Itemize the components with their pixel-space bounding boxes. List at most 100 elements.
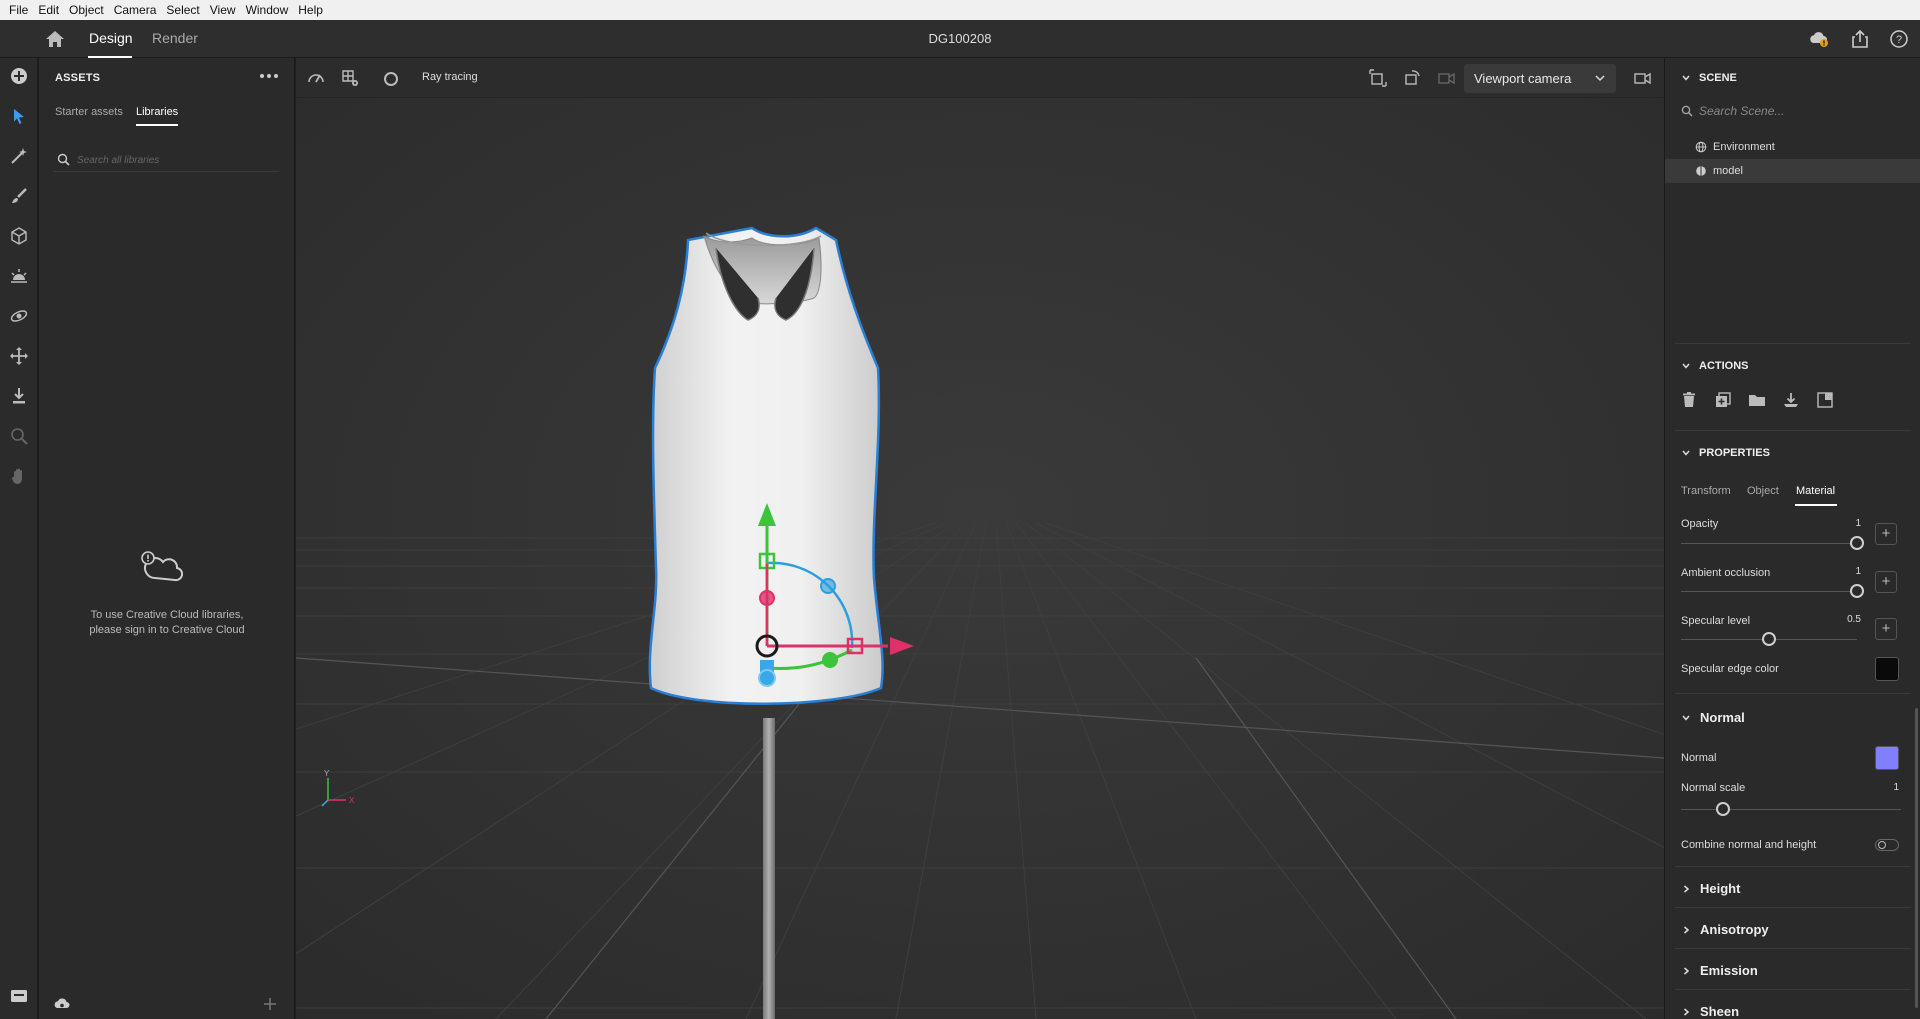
document-title: DG100208 [928,31,992,46]
specular-level-slider-thumb[interactable] [1762,632,1776,646]
magic-select-tool[interactable] [7,144,31,168]
properties-scrollbar[interactable] [1915,708,1918,1008]
normal-scale-slider-thumb[interactable] [1716,802,1730,816]
camera-rotate-icon[interactable] [1402,68,1422,88]
trash-icon[interactable] [1679,390,1699,410]
menu-file[interactable]: File [4,0,33,20]
drop-down-icon [13,388,25,404]
menu-edit[interactable]: Edit [33,0,64,20]
pan-tool[interactable] [7,464,31,488]
3d-scene[interactable]: Y X [296,98,1664,1019]
menu-object[interactable]: Object [64,0,109,20]
normal-group-header[interactable]: Normal [1681,710,1745,725]
menu-help[interactable]: Help [293,0,328,20]
paint-tool[interactable] [7,184,31,208]
frame-selection-icon[interactable] [1368,68,1388,88]
cube-icon [11,227,27,245]
camera-settings-icon[interactable] [1632,68,1652,88]
drop-to-ground-tool[interactable] [7,384,31,408]
search-icon [57,153,70,166]
tab-starter-assets[interactable]: Starter assets [55,106,123,118]
scene-section-header[interactable]: SCENE [1681,72,1737,84]
drop-to-ground-icon[interactable] [1781,390,1801,410]
specular-edge-color-swatch[interactable] [1875,657,1899,681]
orbit-tool[interactable] [7,304,31,328]
sheen-group-header[interactable]: Sheen [1681,1004,1739,1019]
assets-panel: ASSETS Starter assets Libraries To use C… [39,58,295,1019]
gizmo-z-axis-handle[interactable] [758,669,776,687]
properties-section-header[interactable]: PROPERTIES [1681,447,1770,459]
section-divider [1675,989,1911,990]
viewport[interactable]: Ray tracing Viewport camera Y X [296,58,1664,1019]
tab-material[interactable]: Material [1796,485,1835,497]
opacity-value[interactable]: 1 [1831,518,1861,529]
ambient-occlusion-slider-thumb[interactable] [1850,584,1864,598]
emission-group-title: Emission [1700,963,1758,978]
right-panel: SCENE Environment model ACTIONS PROPERTI… [1664,58,1920,1019]
ray-tracing-toggle[interactable] [384,72,398,86]
hand-icon [12,468,22,484]
signin-message: To use Creative Cloud libraries, please … [39,608,295,638]
tab-transform[interactable]: Transform [1681,485,1731,497]
move-tool[interactable] [7,344,31,368]
light-tool[interactable] [7,264,31,288]
signin-line-2: please sign in to Creative Cloud [89,624,245,636]
ambient-occlusion-slider-track[interactable] [1681,591,1857,592]
opacity-slider-track[interactable] [1681,543,1857,544]
cloud-sync-warning-icon[interactable] [1808,28,1830,50]
normal-scale-slider-track[interactable] [1681,809,1901,810]
height-group-title: Height [1700,881,1741,896]
menu-window[interactable]: Window [241,0,294,20]
gizmo-y-rotate-handle[interactable] [822,652,838,668]
panel-toggle-tool[interactable] [7,984,31,1008]
chevron-right-icon [1684,884,1690,893]
speedometer-icon[interactable] [306,68,326,88]
opacity-slider-thumb[interactable] [1850,536,1864,550]
tab-render[interactable]: Render [152,30,198,46]
actions-section-header[interactable]: ACTIONS [1681,360,1749,372]
grid-settings-icon[interactable] [340,68,360,88]
gizmo-z-rotate-handle[interactable] [820,578,836,594]
add-icon[interactable] [261,996,279,1012]
normal-scale-value[interactable]: 1 [1869,782,1899,793]
scene-item-environment[interactable]: Environment [1665,135,1920,159]
axis-y-label: Y [324,769,330,778]
specular-level-value[interactable]: 0.5 [1831,614,1861,625]
scene-item-model[interactable]: model [1665,159,1920,183]
gizmo-x-rotate-handle[interactable] [759,590,775,606]
zoom-tool[interactable] [7,424,31,448]
normal-map-swatch[interactable] [1875,746,1899,770]
cloud-settings-icon[interactable] [53,996,71,1012]
home-icon[interactable] [45,30,65,48]
ambient-occlusion-value[interactable]: 1 [1831,566,1861,577]
object-tool[interactable] [7,224,31,248]
scene-title: SCENE [1699,72,1737,84]
scene-item-label: model [1713,165,1743,177]
height-group-header[interactable]: Height [1681,881,1740,896]
more-options-icon[interactable] [257,68,281,84]
ambient-occlusion-add-texture-button[interactable]: + [1875,571,1897,593]
normal-scale-label: Normal scale [1681,782,1746,794]
select-tool[interactable] [7,104,31,128]
duplicate-icon[interactable] [1713,390,1733,410]
camera-disabled-icon[interactable] [1436,68,1456,88]
tab-object[interactable]: Object [1747,485,1779,497]
scene-search-input[interactable] [1699,102,1899,120]
tab-libraries[interactable]: Libraries [136,106,178,118]
opacity-add-texture-button[interactable]: + [1875,523,1897,545]
share-icon[interactable] [1849,28,1871,50]
combine-normal-height-toggle[interactable] [1875,839,1899,851]
menu-view[interactable]: View [205,0,241,20]
camera-select[interactable]: Viewport camera [1464,64,1616,93]
library-search-input[interactable] [77,151,273,169]
emission-group-header[interactable]: Emission [1681,963,1758,978]
menu-select[interactable]: Select [161,0,204,20]
menu-camera[interactable]: Camera [109,0,162,20]
add-tool[interactable] [7,64,31,88]
anisotropy-group-header[interactable]: Anisotropy [1681,922,1769,937]
help-icon[interactable]: ? [1888,28,1910,50]
group-folder-icon[interactable] [1747,390,1767,410]
tab-design[interactable]: Design [89,30,133,46]
specular-level-add-texture-button[interactable]: + [1875,618,1897,640]
export-icon[interactable] [1815,390,1835,410]
